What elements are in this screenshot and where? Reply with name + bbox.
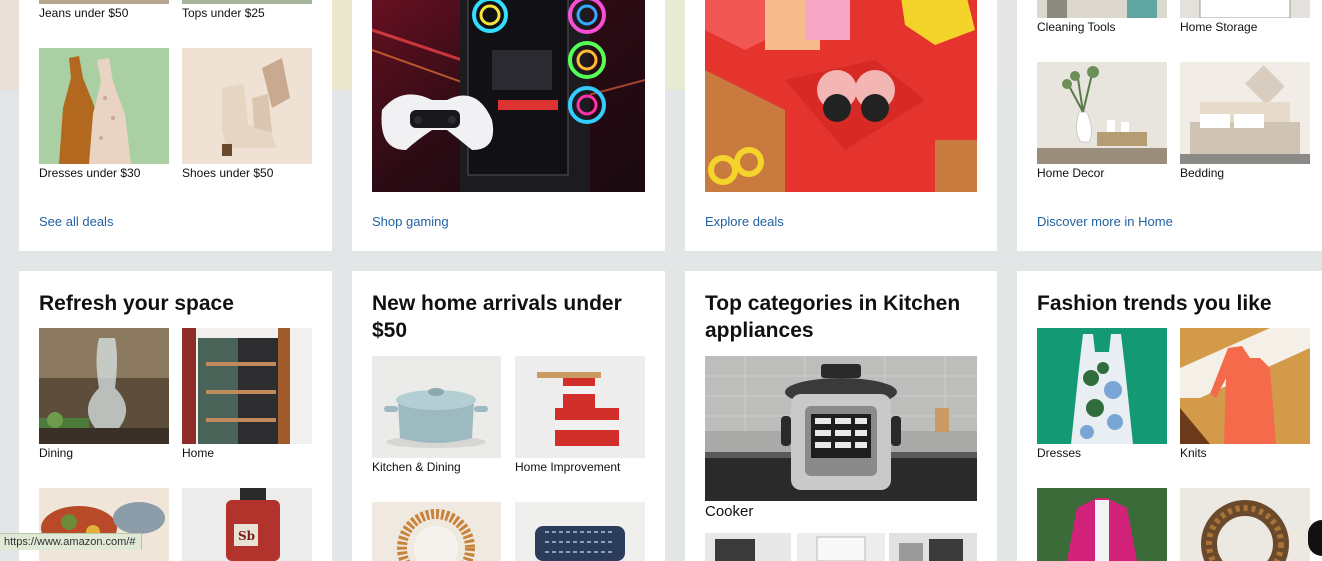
food-tile-image[interactable]: [39, 488, 169, 561]
card-title: New home arrivals under $50: [372, 292, 622, 342]
dresses-tile-label[interactable]: Dresses under $30: [39, 166, 140, 180]
explore-deals-card: Explore deals: [685, 0, 997, 251]
kitchen-appliances-card: Top categories in Kitchen appliances Coo…: [685, 271, 997, 561]
bottle-tile-image[interactable]: Sb: [182, 488, 312, 561]
deals-products-image[interactable]: [705, 0, 977, 192]
appliance-thumb-1[interactable]: [705, 533, 791, 561]
home-storage-label[interactable]: Home Storage: [1180, 20, 1257, 34]
gaming-card: Shop gaming: [352, 0, 665, 251]
home-improvement-tile-image[interactable]: [515, 356, 645, 458]
dining-tile-image[interactable]: [39, 328, 169, 444]
kitchen-dining-tile-image[interactable]: [372, 356, 501, 458]
knits-trend-image[interactable]: [1180, 328, 1310, 444]
shoes-tile-label[interactable]: Shoes under $50: [182, 166, 273, 180]
home-card: Cleaning Tools Home Storage Home Decor B…: [1017, 0, 1322, 251]
home-decor-label[interactable]: Home Decor: [1037, 166, 1104, 180]
dresses-trend-image[interactable]: [1037, 328, 1167, 444]
explore-deals-link[interactable]: Explore deals: [705, 214, 784, 229]
gaming-pc-image[interactable]: [372, 0, 645, 192]
dresses-trend-label[interactable]: Dresses: [1037, 446, 1081, 460]
fashion-trends-card: Fashion trends you like Dresses Knits: [1017, 271, 1322, 561]
jeans-tile-label[interactable]: Jeans under $50: [39, 6, 128, 20]
mirror-tile-image[interactable]: [372, 502, 501, 561]
pillow-tile-image[interactable]: [515, 502, 645, 561]
shop-gaming-link[interactable]: Shop gaming: [372, 214, 449, 229]
knits-trend-label[interactable]: Knits: [1180, 446, 1207, 460]
deals-fashion-card: Jeans under $50 Tops under $25 Dresses u…: [19, 0, 332, 251]
status-bar-url: https://www.amazon.com/#: [0, 533, 143, 550]
dresses-tile-image[interactable]: [39, 48, 169, 164]
home-storage-image[interactable]: [1180, 0, 1310, 18]
jeans-tile-image[interactable]: [39, 0, 169, 4]
cleaning-tools-image[interactable]: [1037, 0, 1167, 18]
wreath-image[interactable]: [1180, 488, 1310, 561]
cooker-tile-image[interactable]: [705, 356, 977, 501]
home-decor-image[interactable]: [1037, 62, 1167, 164]
svg-text:Sb: Sb: [238, 529, 255, 543]
chat-widget-icon[interactable]: [1308, 520, 1322, 556]
home-tile-image[interactable]: [182, 328, 312, 444]
shoes-tile-image[interactable]: [182, 48, 312, 164]
pink-blazer-image[interactable]: [1037, 488, 1167, 561]
card-title: Refresh your space: [39, 292, 234, 315]
cooker-label[interactable]: Cooker: [705, 503, 753, 520]
tops-tile-image[interactable]: [182, 0, 312, 4]
bedding-label[interactable]: Bedding: [1180, 166, 1224, 180]
card-title: Top categories in Kitchen appliances: [705, 292, 961, 342]
card-title: Fashion trends you like: [1037, 292, 1272, 315]
cleaning-tools-label[interactable]: Cleaning Tools: [1037, 20, 1116, 34]
see-all-deals-link[interactable]: See all deals: [39, 214, 113, 229]
appliance-thumb-2[interactable]: [797, 533, 885, 561]
dining-tile-label[interactable]: Dining: [39, 446, 73, 460]
refresh-space-card: Refresh your space Dining Home Sb: [19, 271, 332, 561]
tops-tile-label[interactable]: Tops under $25: [182, 6, 265, 20]
home-improvement-tile-label[interactable]: Home Improvement: [515, 460, 620, 474]
new-home-arrivals-card: New home arrivals under $50 Kitchen & Di…: [352, 271, 665, 561]
appliance-thumb-3[interactable]: [889, 533, 977, 561]
discover-more-home-link[interactable]: Discover more in Home: [1037, 214, 1173, 229]
bedding-image[interactable]: [1180, 62, 1310, 164]
kitchen-dining-tile-label[interactable]: Kitchen & Dining: [372, 460, 461, 474]
home-tile-label[interactable]: Home: [182, 446, 214, 460]
